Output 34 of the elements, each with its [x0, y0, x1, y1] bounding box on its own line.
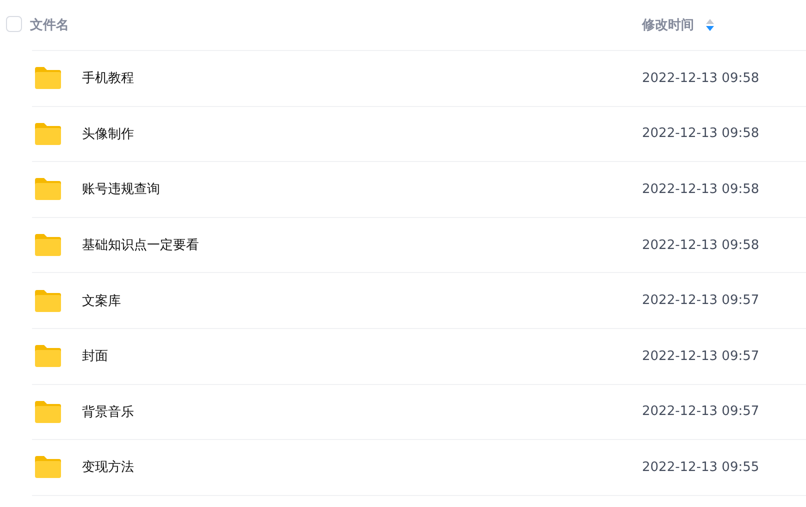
file-row[interactable]: 账号违规查询 2022-12-13 09:58	[32, 162, 806, 218]
modified-time: 2022-12-13 09:57	[642, 348, 760, 364]
modified-time: 2022-12-13 09:55	[642, 460, 760, 475]
folder-icon	[34, 66, 62, 90]
select-all-checkbox[interactable]	[6, 16, 22, 32]
sort-icon[interactable]	[706, 19, 714, 31]
folder-name[interactable]: 基础知识点一定要看	[82, 236, 199, 254]
folder-name[interactable]: 账号违规查询	[82, 180, 160, 198]
folder-name[interactable]: 背景音乐	[82, 402, 134, 421]
modified-time: 2022-12-13 09:58	[642, 238, 760, 253]
folder-icon	[34, 344, 62, 368]
folder-name[interactable]: 文案库	[82, 292, 121, 310]
folder-icon	[34, 400, 62, 424]
file-row[interactable]: 封面 2022-12-13 09:57	[32, 328, 806, 385]
file-row[interactable]: 文案库 2022-12-13 09:57	[32, 273, 806, 329]
file-row[interactable]: 手机教程 2022-12-13 09:58	[32, 51, 806, 107]
modified-time: 2022-12-13 09:57	[642, 293, 760, 308]
folder-icon	[34, 288, 62, 313]
file-row[interactable]: 变现方法 2022-12-13 09:55	[32, 440, 806, 496]
folder-icon	[34, 455, 62, 480]
folder-icon	[34, 233, 62, 258]
file-row[interactable]: 背景音乐 2022-12-13 09:57	[32, 384, 806, 440]
modified-time: 2022-12-13 09:58	[642, 70, 760, 86]
folder-icon	[34, 122, 62, 146]
file-row[interactable]: 头像制作 2022-12-13 09:58	[32, 106, 806, 162]
file-row[interactable]: 基础知识点一定要看 2022-12-13 09:58	[32, 218, 806, 274]
folder-icon	[34, 177, 62, 202]
modified-time: 2022-12-13 09:57	[642, 404, 760, 420]
modified-time: 2022-12-13 09:58	[642, 182, 760, 197]
folder-name[interactable]: 头像制作	[82, 124, 134, 143]
folder-name[interactable]: 变现方法	[82, 458, 134, 476]
modified-time: 2022-12-13 09:58	[642, 126, 760, 142]
folder-name[interactable]: 封面	[82, 347, 108, 366]
folder-name[interactable]: 手机教程	[82, 69, 134, 88]
